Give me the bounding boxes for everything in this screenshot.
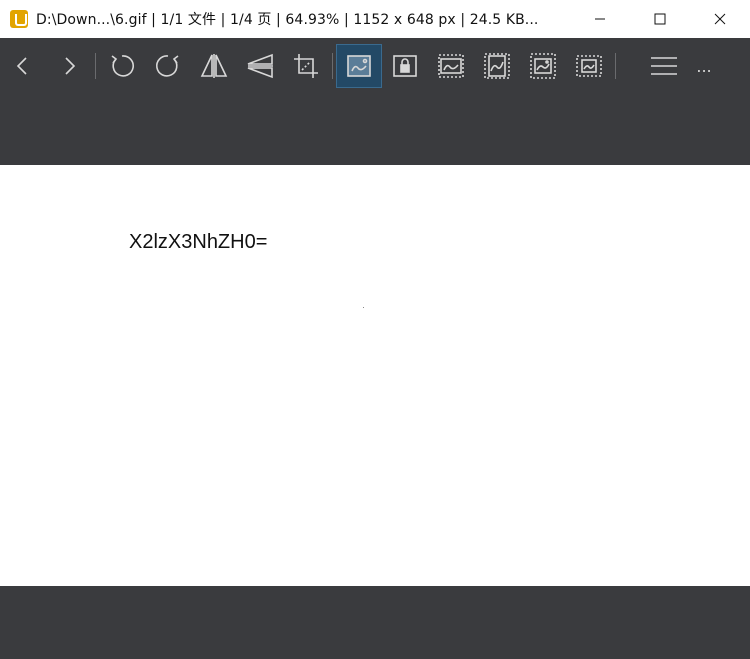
back-button[interactable] [0,44,46,88]
rotate-left-icon [111,55,134,77]
toolbar: ... [0,38,750,94]
toolbar-divider [332,53,333,79]
toolbar-divider [95,53,96,79]
menu-icon [651,57,677,75]
crop-icon [294,54,318,78]
fit-height-button[interactable] [474,44,520,88]
back-icon [16,57,27,75]
app-logo-icon [10,10,28,28]
more-button[interactable]: ... [687,44,721,88]
flip-horizontal-icon [200,54,228,78]
fit-width-icon [438,54,464,78]
menu-button[interactable] [641,44,687,88]
fit-window-button[interactable] [336,44,382,88]
lock-zoom-button[interactable] [382,44,428,88]
flip-vertical-icon [247,53,273,79]
auto-fit-icon [530,53,556,79]
auto-fit-button[interactable] [520,44,566,88]
forward-icon [65,57,76,75]
title-bar: D:\Down...\6.gif | 1/1 文件 | 1/4 页 | 64.9… [0,0,750,38]
close-button[interactable] [690,0,750,38]
bottom-background [0,586,750,659]
fit-height-icon [484,53,510,79]
maximize-icon [654,13,666,25]
more-label: ... [696,56,712,76]
original-size-button[interactable] [566,44,612,88]
rotate-right-button[interactable] [145,44,191,88]
lock-zoom-icon [393,55,417,77]
image-canvas: X2lzX3NhZH0= [0,165,750,586]
forward-button[interactable] [46,44,92,88]
image-text: X2lzX3NhZH0= [129,231,268,253]
window-title: D:\Down...\6.gif | 1/1 文件 | 1/4 页 | 64.9… [36,12,539,28]
close-icon [714,13,726,25]
rotate-right-icon [156,55,179,77]
minimize-icon [595,18,605,20]
original-size-icon [576,55,602,77]
fit-window-icon [347,55,371,77]
image-dot [363,307,364,308]
flip-horizontal-button[interactable] [191,44,237,88]
toolbar-background [0,94,750,165]
maximize-button[interactable] [630,0,690,38]
window-controls [570,0,750,38]
toolbar-divider [615,53,616,79]
minimize-button[interactable] [570,0,630,38]
rotate-left-button[interactable] [99,44,145,88]
flip-vertical-button[interactable] [237,44,283,88]
fit-width-button[interactable] [428,44,474,88]
crop-button[interactable] [283,44,329,88]
